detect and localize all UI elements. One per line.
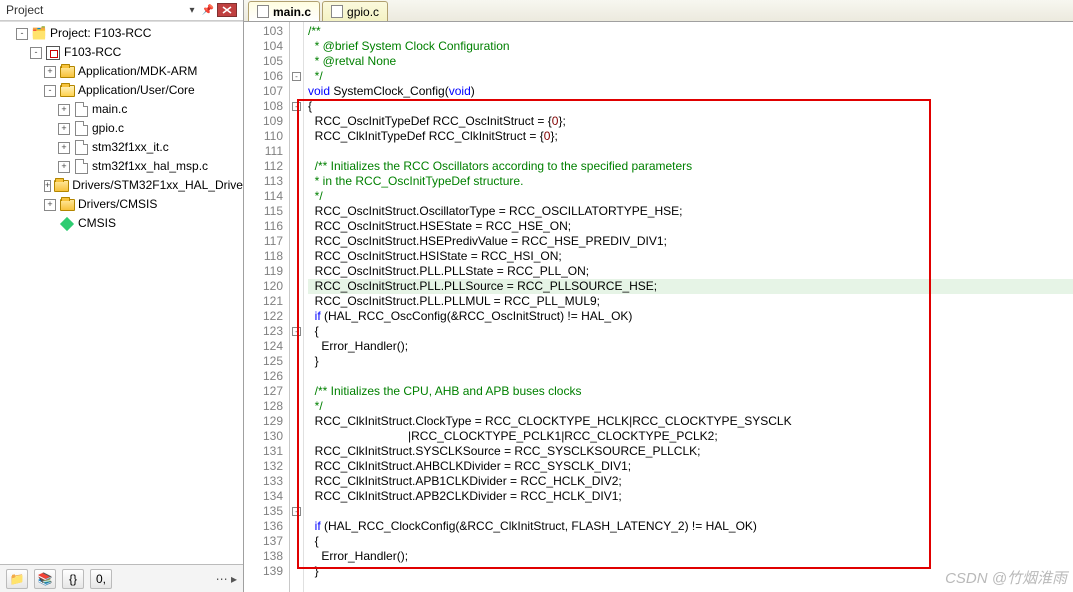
folder-drivers-cmsis[interactable]: + Drivers/CMSIS (42, 195, 243, 214)
tab-label: gpio.c (347, 5, 379, 19)
folder-icon (59, 197, 75, 213)
target-label: F103-RCC (64, 43, 121, 62)
file-label: main.c (92, 100, 127, 119)
panel-pin-button[interactable]: 📌 (201, 3, 215, 17)
collapse-icon[interactable]: - (30, 47, 42, 59)
target-icon (45, 45, 61, 61)
footer-tab-functions[interactable]: {} (62, 569, 84, 589)
tab-label: main.c (273, 5, 311, 19)
file-main-c[interactable]: + main.c (56, 100, 243, 119)
tab-gpio-c[interactable]: gpio.c (322, 1, 388, 21)
editor-area: main.c gpio.c 10310410510610710810911011… (244, 0, 1073, 592)
folder-label: Application/User/Core (78, 81, 195, 100)
folder-label: Application/MDK-ARM (78, 62, 197, 81)
footer-overflow[interactable]: ⋯ ▸ (216, 572, 237, 586)
line-number-gutter: 1031041051061071081091101111121131141151… (244, 22, 290, 592)
expand-icon[interactable]: + (58, 123, 70, 135)
folder-label: Drivers/STM32F1xx_HAL_Driver (72, 176, 243, 195)
expand-icon[interactable]: + (44, 199, 56, 211)
c-file-icon (73, 159, 89, 175)
file-msp-c[interactable]: + stm32f1xx_hal_msp.c (56, 157, 243, 176)
code-view[interactable]: /** * @brief System Clock Configuration … (304, 22, 1073, 592)
project-root-node[interactable]: - 🗂️ Project: F103-RCC (14, 24, 243, 43)
file-it-c[interactable]: + stm32f1xx_it.c (56, 138, 243, 157)
expand-icon[interactable]: + (58, 104, 70, 116)
folder-icon (59, 64, 75, 80)
cmsis-node[interactable]: CMSIS (42, 214, 243, 233)
editor-tabs: main.c gpio.c (244, 0, 1073, 22)
collapse-icon[interactable]: - (16, 28, 28, 40)
panel-close-button[interactable] (217, 3, 237, 17)
project-tree[interactable]: - 🗂️ Project: F103-RCC - F103-RCC (0, 21, 243, 564)
spacer (44, 218, 56, 230)
folder-label: Drivers/CMSIS (78, 195, 157, 214)
fold-column[interactable]: ---- (290, 22, 304, 592)
project-root-label: Project: F103-RCC (50, 24, 151, 43)
tab-main-c[interactable]: main.c (248, 1, 320, 21)
file-label: gpio.c (92, 119, 124, 138)
expand-icon[interactable]: + (58, 161, 70, 173)
file-gpio-c[interactable]: + gpio.c (56, 119, 243, 138)
diamond-icon (59, 216, 75, 232)
folder-app-user-core[interactable]: - Application/User/Core (42, 81, 243, 100)
footer-tab-project[interactable]: 📁 (6, 569, 28, 589)
file-label: stm32f1xx_it.c (92, 138, 169, 157)
project-panel: Project ▾ 📌 - 🗂️ Project: F103-RCC (0, 0, 244, 592)
c-file-icon (73, 121, 89, 137)
file-label: stm32f1xx_hal_msp.c (92, 157, 208, 176)
folder-open-icon (59, 83, 75, 99)
folder-icon (54, 178, 69, 194)
collapse-icon[interactable]: - (44, 85, 56, 97)
project-panel-header: Project ▾ 📌 (0, 0, 243, 21)
expand-icon[interactable]: + (44, 66, 56, 78)
expand-icon[interactable]: + (58, 142, 70, 154)
expand-icon[interactable]: + (44, 180, 51, 192)
editor-body[interactable]: 1031041051061071081091101111121131141151… (244, 22, 1073, 592)
folder-drivers-hal[interactable]: + Drivers/STM32F1xx_HAL_Driver (42, 176, 243, 195)
c-file-icon (331, 5, 343, 18)
footer-tab-templates[interactable]: 0, (90, 569, 112, 589)
panel-menu-button[interactable]: ▾ (185, 3, 199, 17)
folder-app-mdk[interactable]: + Application/MDK-ARM (42, 62, 243, 81)
footer-tab-books[interactable]: 📚 (34, 569, 56, 589)
c-file-icon (73, 102, 89, 118)
target-node[interactable]: - F103-RCC (28, 43, 243, 62)
c-file-icon (257, 5, 269, 18)
app-root: Project ▾ 📌 - 🗂️ Project: F103-RCC (0, 0, 1073, 592)
project-panel-footer: 📁 📚 {} 0, ⋯ ▸ (0, 564, 243, 592)
c-file-icon (73, 140, 89, 156)
workspace-icon: 🗂️ (31, 26, 47, 42)
project-panel-title: Project (6, 3, 183, 17)
cmsis-label: CMSIS (78, 214, 116, 233)
